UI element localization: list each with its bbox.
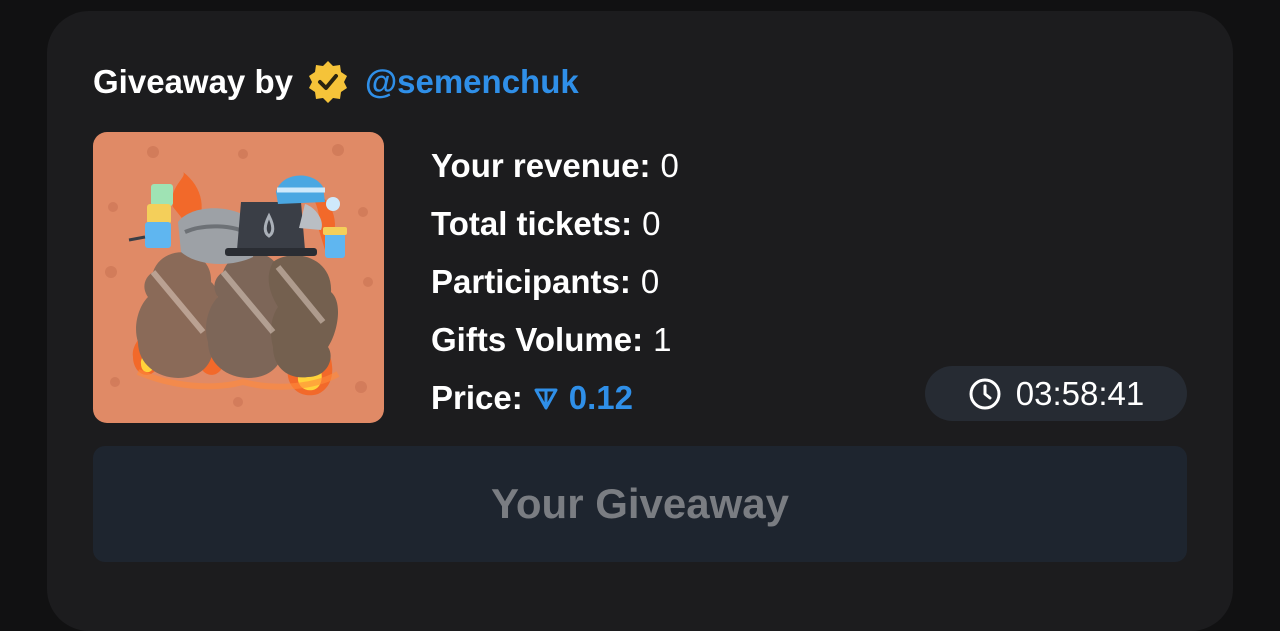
giveaway-stats: Your revenue: 0 Total tickets: 0 Partici… — [431, 137, 679, 427]
stat-participants-label: Participants: — [431, 263, 631, 300]
stat-price-value-group: 0.12 — [533, 379, 633, 417]
stat-gifts-volume-value: 1 — [653, 321, 672, 358]
stat-participants: Participants: 0 — [431, 253, 679, 311]
stat-gifts-volume-label: Gifts Volume: — [431, 321, 644, 358]
stat-revenue-value: 0 — [660, 147, 679, 184]
gift-sticker-image — [93, 132, 384, 423]
stat-price: Price: 0.12 — [431, 369, 679, 427]
stat-revenue: Your revenue: 0 — [431, 137, 679, 195]
stat-tickets-label: Total tickets: — [431, 205, 633, 242]
your-giveaway-button[interactable]: Your Giveaway — [93, 446, 1187, 562]
countdown-value: 03:58:41 — [1015, 374, 1145, 412]
countdown-timer: 03:58:41 — [925, 366, 1187, 421]
stat-price-value: 0.12 — [568, 379, 633, 416]
stat-gifts-volume: Gifts Volume: 1 — [431, 311, 679, 369]
giveaway-card: Giveaway by @semenchuk Your revenue: 0 T… — [47, 11, 1233, 631]
giveaway-title: Giveaway by — [93, 63, 293, 100]
stat-tickets-value: 0 — [642, 205, 661, 242]
stat-price-label: Price: — [431, 379, 523, 416]
giveaway-header: Giveaway by @semenchuk — [93, 59, 579, 105]
verified-badge-icon — [305, 59, 351, 105]
ton-icon — [534, 388, 558, 410]
clock-icon — [969, 378, 1001, 409]
stat-revenue-label: Your revenue: — [431, 147, 651, 184]
stat-tickets: Total tickets: 0 — [431, 195, 679, 253]
stat-participants-value: 0 — [640, 263, 660, 300]
creator-username-link[interactable]: @semenchuk — [365, 63, 579, 101]
